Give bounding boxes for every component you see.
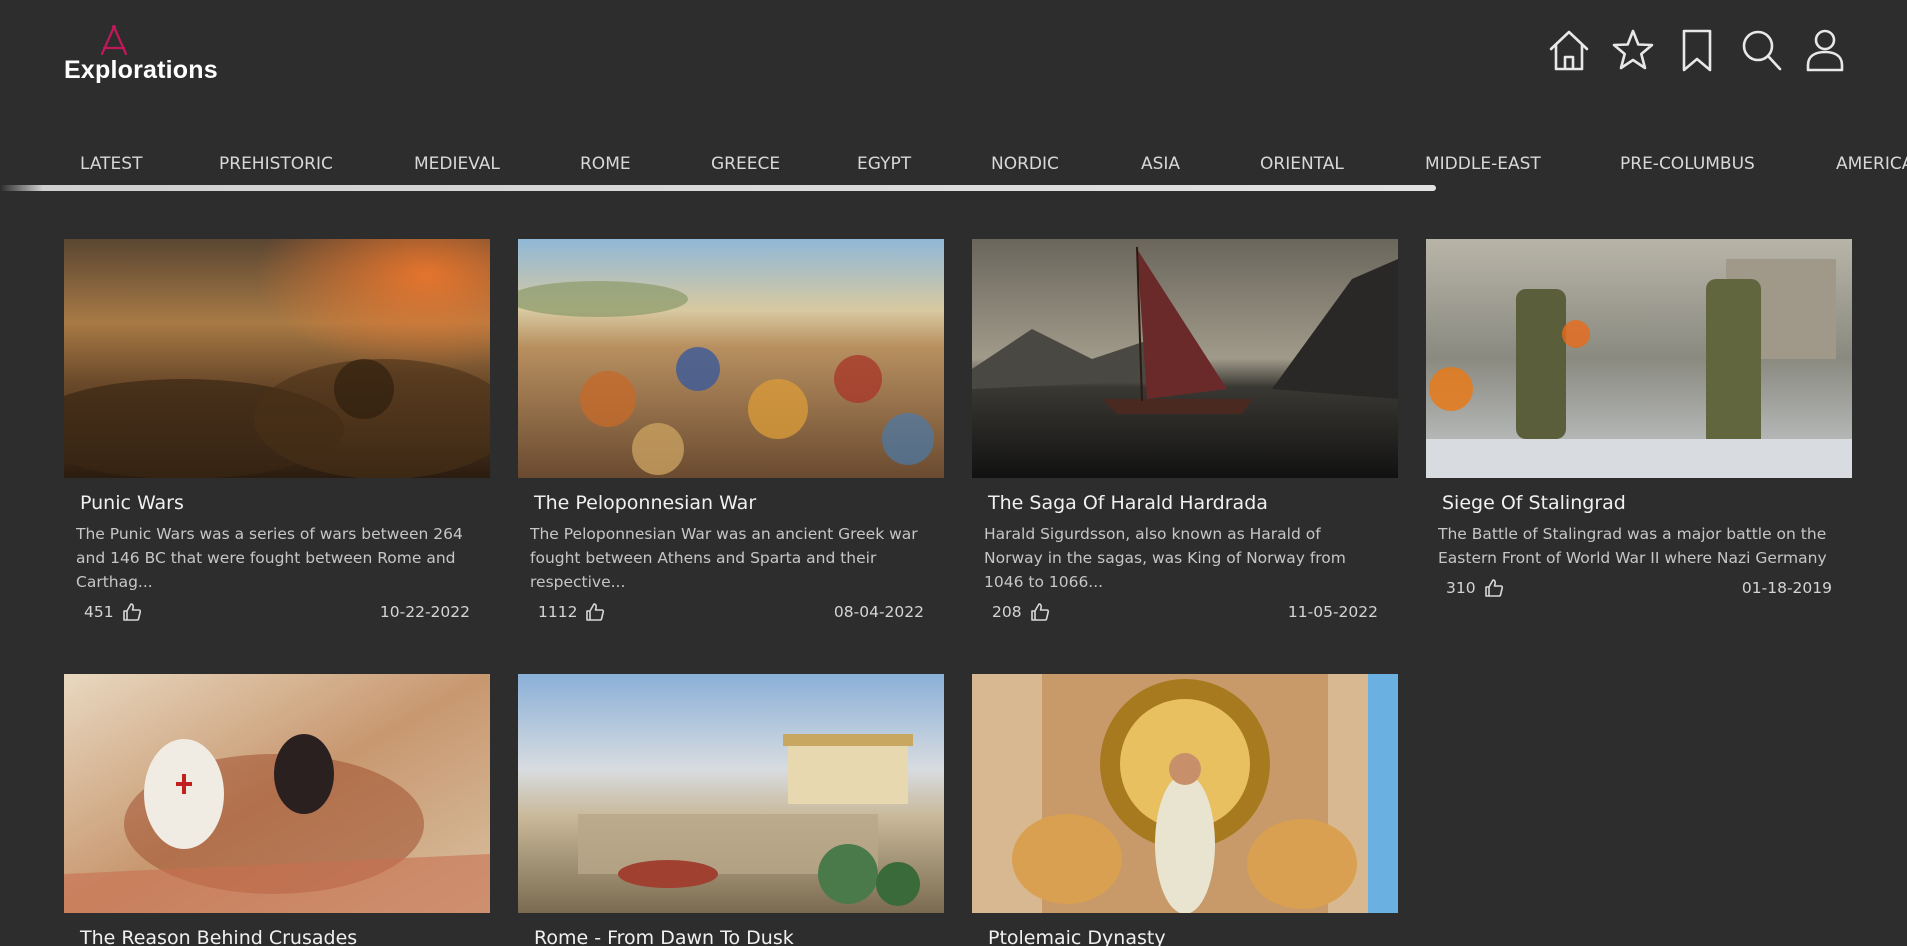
- article-date: 01-18-2019: [1741, 579, 1832, 597]
- favorites-button[interactable]: [1611, 26, 1655, 74]
- article-image[interactable]: [518, 674, 944, 913]
- article-card[interactable]: The Reason Behind Crusades: [64, 674, 490, 946]
- article-card[interactable]: Rome - From Dawn To Dusk: [518, 674, 944, 946]
- article-card[interactable]: Punic Wars The Punic Wars was a series o…: [64, 239, 490, 622]
- article-description: The Battle of Stalingrad was a major bat…: [1438, 525, 1827, 567]
- like-count: 310: [1446, 579, 1476, 597]
- thumbs-up-icon: [1030, 603, 1049, 621]
- likes: 1112: [538, 602, 605, 622]
- nav-item-america[interactable]: AMERICA: [1836, 154, 1907, 174]
- header: Explorations: [0, 0, 1907, 110]
- likes: 310: [1446, 578, 1504, 598]
- article-description: Harald Sigurdsson, also known as Harald …: [984, 525, 1346, 591]
- article-image[interactable]: [1426, 239, 1852, 478]
- nav-item-prehistoric[interactable]: PREHISTORIC: [219, 154, 333, 174]
- search-icon: [1742, 30, 1782, 71]
- nav-item-nordic[interactable]: NORDIC: [991, 154, 1059, 174]
- nav-item-oriental[interactable]: ORIENTAL: [1260, 154, 1344, 174]
- search-button[interactable]: [1739, 26, 1783, 74]
- article-footer: 451 10-22-2022: [84, 602, 470, 622]
- like-count: 208: [992, 603, 1022, 621]
- nav-item-latest[interactable]: LATEST: [80, 154, 142, 174]
- article-image[interactable]: [972, 239, 1398, 478]
- article-title[interactable]: The Reason Behind Crusades: [80, 927, 490, 946]
- logo[interactable]: Explorations: [64, 24, 234, 84]
- nav-item-medieval[interactable]: MEDIEVAL: [414, 154, 500, 174]
- nav-item-greece[interactable]: GREECE: [711, 154, 780, 174]
- nav-item-rome[interactable]: ROME: [580, 154, 631, 174]
- article-image[interactable]: [972, 674, 1398, 913]
- article-footer: 208 11-05-2022: [992, 602, 1378, 622]
- article-title[interactable]: Siege Of Stalingrad: [1442, 492, 1852, 514]
- nav-scrollbar[interactable]: [0, 185, 1436, 191]
- compass-logo-icon: [100, 25, 128, 56]
- nav-item-pre-columbus[interactable]: PRE-COLUMBUS: [1620, 154, 1755, 174]
- article-card[interactable]: The Peloponnesian War The Peloponnesian …: [518, 239, 944, 622]
- article-title[interactable]: The Saga Of Harald Hardrada: [988, 492, 1398, 514]
- article-title[interactable]: Rome - From Dawn To Dusk: [534, 927, 944, 946]
- bookmark-icon: [1682, 29, 1712, 72]
- article-image[interactable]: [64, 674, 490, 913]
- profile-button[interactable]: [1803, 26, 1847, 74]
- likes: 208: [992, 602, 1050, 622]
- like-button[interactable]: [585, 602, 605, 622]
- article-footer: 1112 08-04-2022: [538, 602, 924, 622]
- nav-item-middle-east[interactable]: MIDDLE-EAST: [1425, 154, 1541, 174]
- article-footer: 310 01-18-2019: [1446, 578, 1832, 598]
- logo-text: Explorations: [64, 56, 218, 84]
- article-date: 10-22-2022: [379, 603, 470, 621]
- likes: 451: [84, 602, 142, 622]
- bookmarks-button[interactable]: [1675, 26, 1719, 74]
- article-description: The Punic Wars was a series of wars betw…: [76, 525, 463, 591]
- thumbs-up-icon: [122, 603, 141, 621]
- article-title[interactable]: Ptolemaic Dynasty: [988, 927, 1398, 946]
- article-description: The Peloponnesian War was an ancient Gre…: [530, 525, 918, 591]
- article-image[interactable]: [64, 239, 490, 478]
- like-button[interactable]: [1030, 602, 1050, 622]
- article-image[interactable]: [518, 239, 944, 478]
- article-date: 08-04-2022: [833, 603, 924, 621]
- home-icon: [1549, 30, 1589, 71]
- article-title[interactable]: Punic Wars: [80, 492, 490, 514]
- header-icons: [1547, 26, 1847, 74]
- thumbs-up-icon: [586, 603, 605, 621]
- nav-item-asia[interactable]: ASIA: [1141, 154, 1180, 174]
- article-date: 11-05-2022: [1287, 603, 1378, 621]
- like-button[interactable]: [122, 602, 142, 622]
- like-button[interactable]: [1484, 578, 1504, 598]
- like-count: 451: [84, 603, 114, 621]
- article-card[interactable]: The Saga Of Harald Hardrada Harald Sigur…: [972, 239, 1398, 622]
- user-icon: [1806, 29, 1844, 72]
- thumbs-up-icon: [1484, 579, 1503, 597]
- like-count: 1112: [538, 603, 578, 621]
- article-card[interactable]: Ptolemaic Dynasty: [972, 674, 1398, 946]
- article-card[interactable]: Siege Of Stalingrad The Battle of Stalin…: [1426, 239, 1852, 598]
- home-button[interactable]: [1547, 26, 1591, 74]
- article-title[interactable]: The Peloponnesian War: [534, 492, 944, 514]
- star-icon: [1612, 29, 1654, 70]
- nav-item-egypt[interactable]: EGYPT: [857, 154, 911, 174]
